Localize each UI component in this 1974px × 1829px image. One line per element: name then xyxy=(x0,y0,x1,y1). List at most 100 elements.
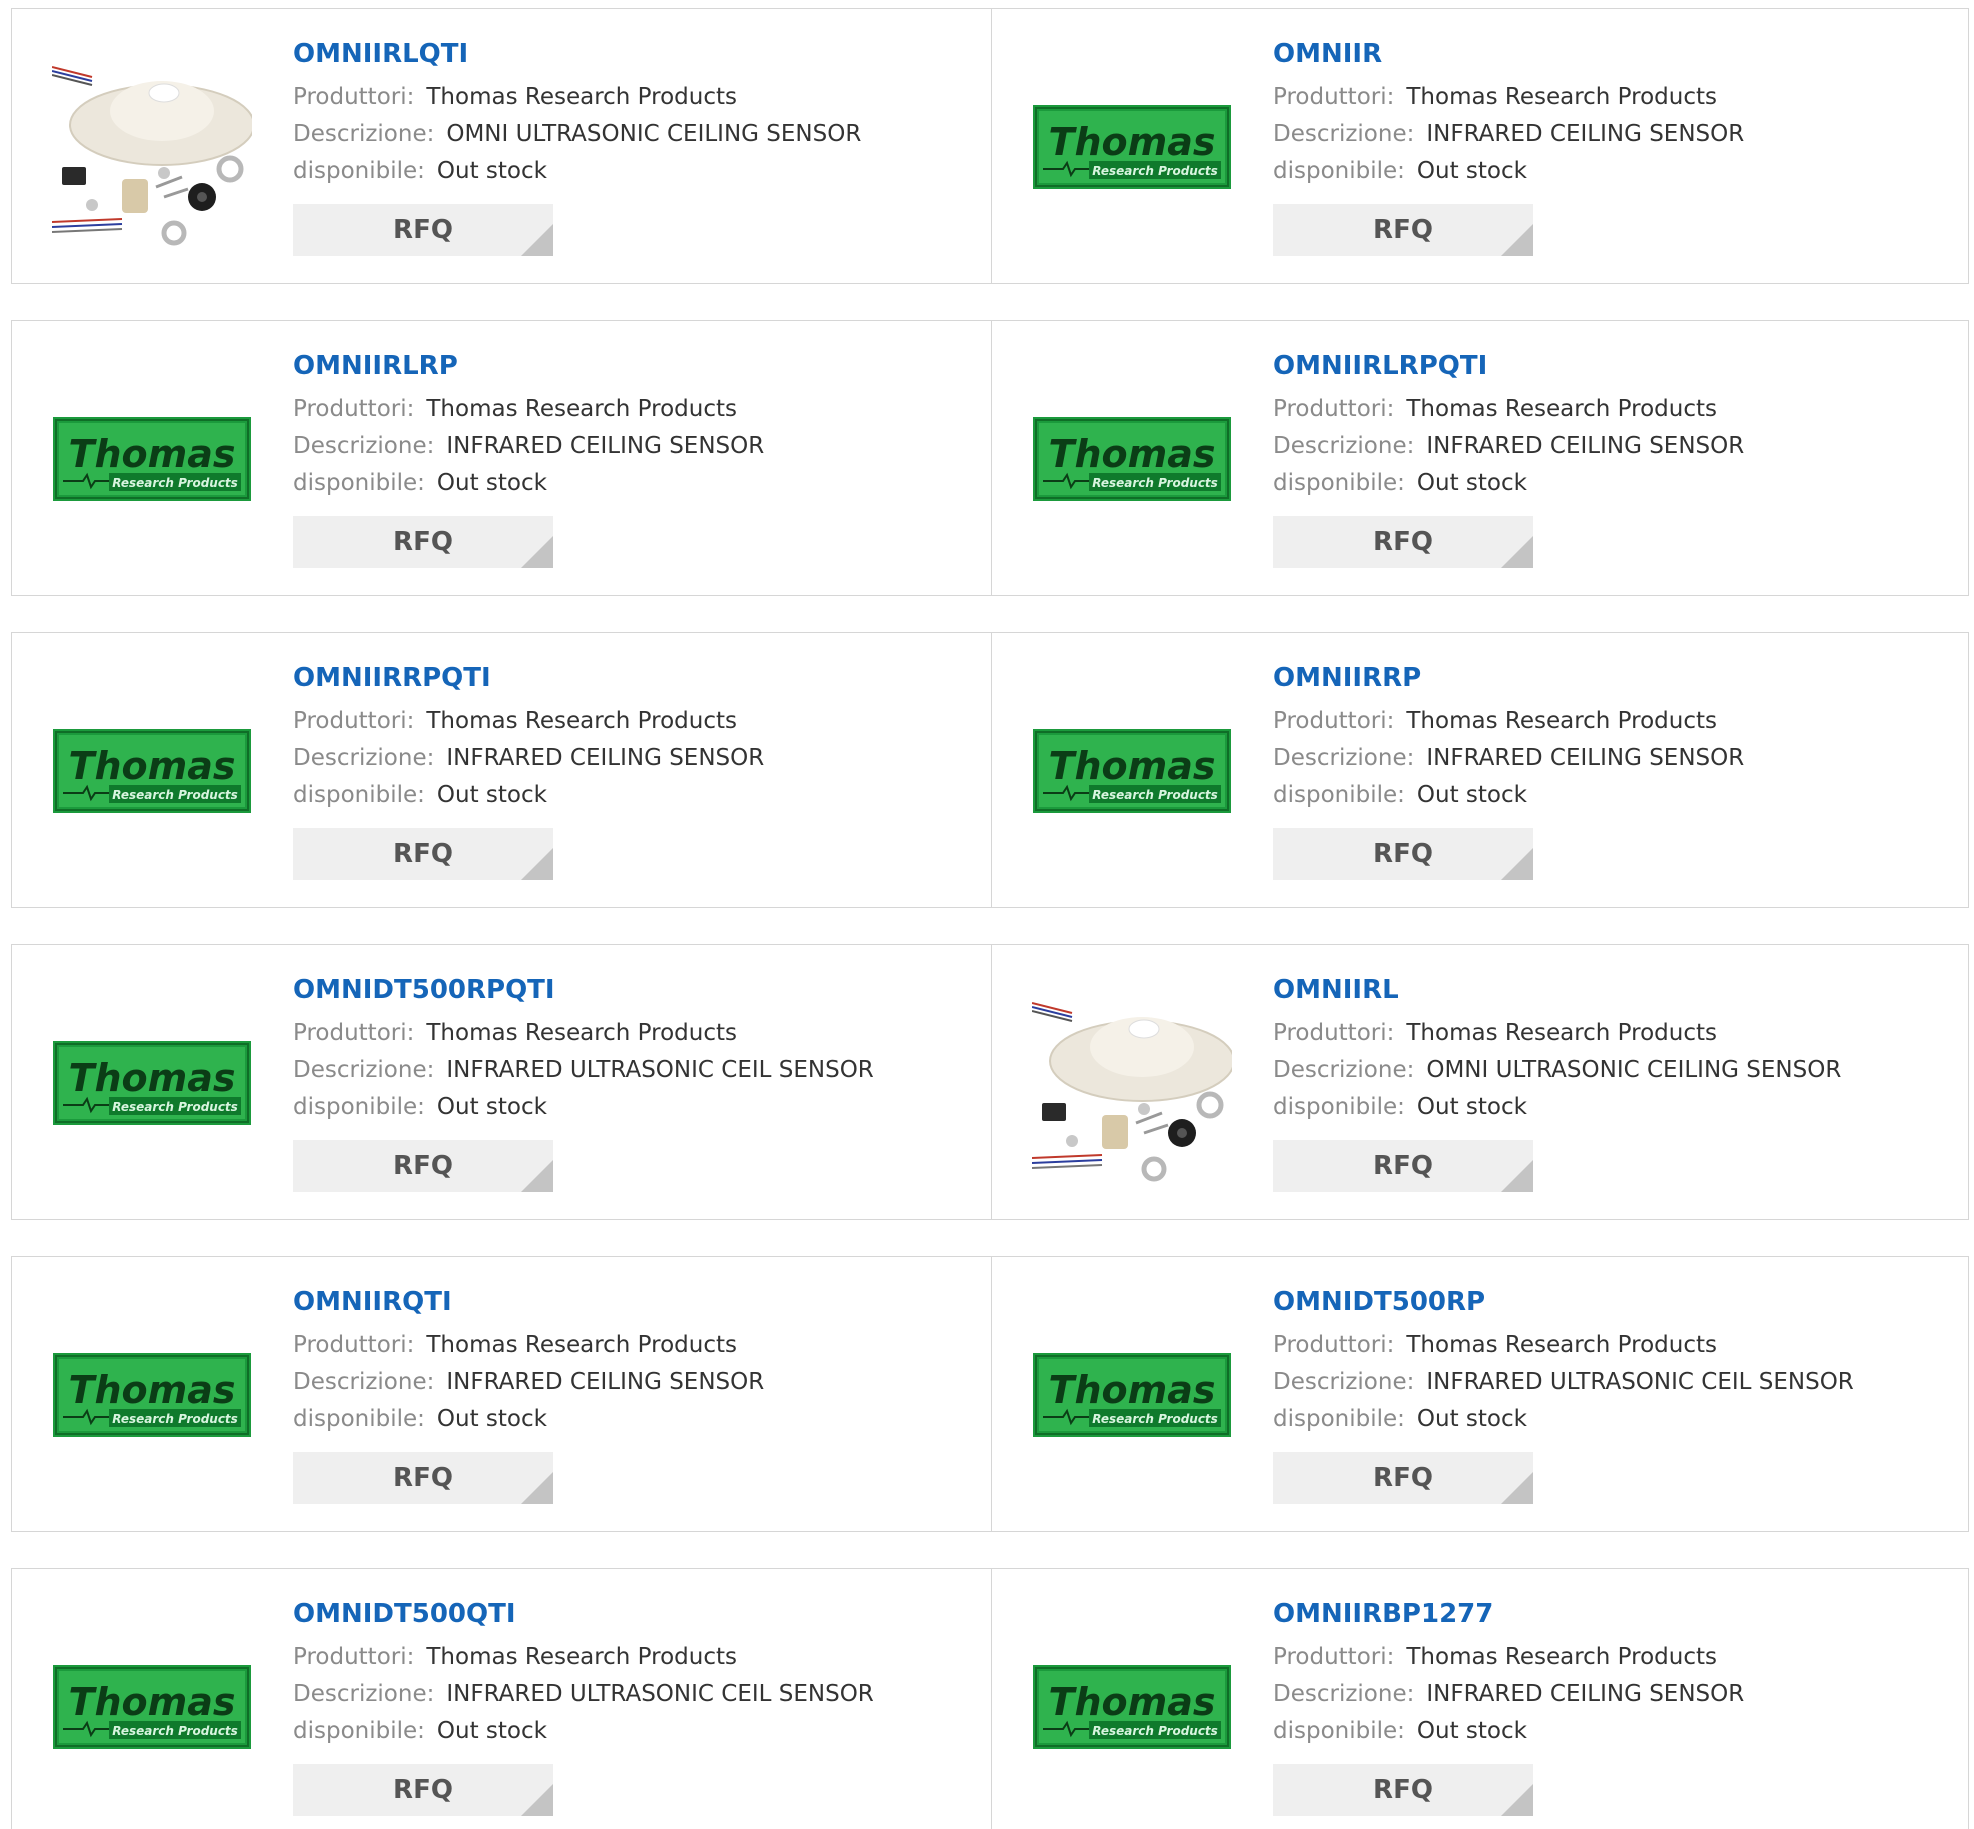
part-number-link[interactable]: OMNIIRLRPQTI xyxy=(1273,349,1933,383)
thomas-logo-image: Thomas Research Products xyxy=(1033,1665,1231,1749)
svg-text:Research Products: Research Products xyxy=(1092,788,1218,802)
availability-value: Out stock xyxy=(1416,470,1527,496)
thomas-logo-image: Thomas Research Products xyxy=(53,1041,251,1125)
product-thumbnail[interactable]: Thomas Research Products xyxy=(52,671,252,871)
description-value: INFRARED CEILING SENSOR xyxy=(1426,745,1745,771)
corner-triangle-icon xyxy=(1501,224,1533,256)
description-line: Descrizione: INFRARED CEILING SENSOR xyxy=(1273,1676,1933,1713)
product-info: OMNIIRLRP Produttori: Thomas Research Prod… xyxy=(293,349,953,568)
manufacturer-label: Produttori: xyxy=(293,1332,415,1358)
description-line: Descrizione: INFRARED CEILING SENSOR xyxy=(1273,428,1933,465)
manufacturer-line: Produttori: Thomas Research Products xyxy=(293,391,953,428)
rfq-button[interactable]: RFQ xyxy=(293,204,553,256)
manufacturer-value: Thomas Research Products xyxy=(426,84,737,110)
part-number-link[interactable]: OMNIIRLRP xyxy=(293,349,953,383)
description-value: INFRARED CEILING SENSOR xyxy=(446,433,765,459)
corner-triangle-icon xyxy=(521,1472,553,1504)
rfq-button[interactable]: RFQ xyxy=(293,1764,553,1816)
svg-text:Thomas: Thomas xyxy=(69,432,236,476)
part-number-link[interactable]: OMNIDT500RP xyxy=(1273,1285,1933,1319)
product-card: OMNIIRL Produttori: Thomas Research Produc… xyxy=(991,945,1970,1219)
description-line: Descrizione: OMNI ULTRASONIC CEILING SENS… xyxy=(293,116,953,153)
rfq-label: RFQ xyxy=(393,1463,453,1493)
availability-value: Out stock xyxy=(436,1094,547,1120)
part-number-link[interactable]: OMNIDT500QTI xyxy=(293,1597,953,1631)
product-row: Thomas Research Products OMNIDT500QTI Pro… xyxy=(11,1568,1969,1829)
product-card: Thomas Research Products OMNIIR Produttor… xyxy=(991,9,1970,283)
part-number-link[interactable]: OMNIIRL xyxy=(1273,973,1933,1007)
manufacturer-label: Produttori: xyxy=(293,1020,415,1046)
part-number-link[interactable]: OMNIIR xyxy=(1273,37,1933,71)
product-thumbnail[interactable]: Thomas Research Products xyxy=(1032,359,1232,559)
product-thumbnail[interactable] xyxy=(52,47,252,247)
rfq-button[interactable]: RFQ xyxy=(1273,1140,1533,1192)
product-thumbnail[interactable]: Thomas Research Products xyxy=(1032,1295,1232,1495)
availability-line: disponibile: Out stock xyxy=(293,1089,953,1126)
rfq-button[interactable]: RFQ xyxy=(1273,828,1533,880)
part-number-link[interactable]: OMNIIRRPQTI xyxy=(293,661,953,695)
svg-text:Thomas: Thomas xyxy=(1049,1368,1216,1412)
rfq-button[interactable]: RFQ xyxy=(1273,204,1533,256)
description-line: Descrizione: INFRARED ULTRASONIC CEIL SEN… xyxy=(293,1052,953,1089)
manufacturer-line: Produttori: Thomas Research Products xyxy=(293,1639,953,1676)
rfq-button[interactable]: RFQ xyxy=(1273,1452,1533,1504)
rfq-button[interactable]: RFQ xyxy=(293,516,553,568)
availability-value: Out stock xyxy=(1416,158,1527,184)
product-grid: OMNIIRLQTI Produttori: Thomas Research Pro… xyxy=(0,0,1974,1829)
product-info: OMNIIRBP1277 Produttori: Thomas Research P… xyxy=(1273,1597,1933,1816)
product-thumbnail[interactable]: Thomas Research Products xyxy=(52,1295,252,1495)
svg-text:Research Products: Research Products xyxy=(1092,1724,1218,1738)
svg-text:Thomas: Thomas xyxy=(1049,1680,1216,1724)
product-thumbnail[interactable]: Thomas Research Products xyxy=(1032,671,1232,871)
product-thumbnail[interactable] xyxy=(1032,983,1232,1183)
thomas-logo-image: Thomas Research Products xyxy=(1033,105,1231,189)
availability-label: disponibile: xyxy=(293,782,425,808)
rfq-button[interactable]: RFQ xyxy=(1273,1764,1533,1816)
product-card: Thomas Research Products OMNIDT500RPQTI P… xyxy=(12,945,990,1219)
rfq-button[interactable]: RFQ xyxy=(293,828,553,880)
rfq-label: RFQ xyxy=(1373,839,1433,869)
product-info: OMNIIRRP Produttori: Thomas Research Produ… xyxy=(1273,661,1933,880)
svg-text:Research Products: Research Products xyxy=(1092,164,1218,178)
description-line: Descrizione: INFRARED CEILING SENSOR xyxy=(1273,740,1933,777)
svg-text:Thomas: Thomas xyxy=(1049,432,1216,476)
description-label: Descrizione: xyxy=(1273,121,1415,147)
thomas-logo-image: Thomas Research Products xyxy=(53,729,251,813)
svg-text:Research Products: Research Products xyxy=(1092,476,1218,490)
rfq-button[interactable]: RFQ xyxy=(1273,516,1533,568)
availability-label: disponibile: xyxy=(1273,470,1405,496)
product-thumbnail[interactable]: Thomas Research Products xyxy=(52,1607,252,1807)
product-info: OMNIIR Produttori: Thomas Research Product… xyxy=(1273,37,1933,256)
rfq-label: RFQ xyxy=(393,1775,453,1805)
rfq-button[interactable]: RFQ xyxy=(293,1452,553,1504)
part-number-link[interactable]: OMNIDT500RPQTI xyxy=(293,973,953,1007)
part-number-link[interactable]: OMNIIRBP1277 xyxy=(1273,1597,1933,1631)
rfq-button[interactable]: RFQ xyxy=(293,1140,553,1192)
part-number-link[interactable]: OMNIIRLQTI xyxy=(293,37,953,71)
description-line: Descrizione: INFRARED CEILING SENSOR xyxy=(293,1364,953,1401)
availability-value: Out stock xyxy=(1416,1718,1527,1744)
availability-line: disponibile: Out stock xyxy=(1273,153,1933,190)
product-info: OMNIIRQTI Produttori: Thomas Research Prod… xyxy=(293,1285,953,1504)
thomas-logo-image: Thomas Research Products xyxy=(1033,729,1231,813)
availability-value: Out stock xyxy=(436,470,547,496)
svg-text:Research Products: Research Products xyxy=(112,476,238,490)
product-thumbnail[interactable]: Thomas Research Products xyxy=(52,983,252,1183)
manufacturer-label: Produttori: xyxy=(293,84,415,110)
product-thumbnail[interactable]: Thomas Research Products xyxy=(1032,1607,1232,1807)
description-label: Descrizione: xyxy=(293,745,435,771)
svg-text:Thomas: Thomas xyxy=(1049,744,1216,788)
manufacturer-value: Thomas Research Products xyxy=(426,1644,737,1670)
product-thumbnail[interactable]: Thomas Research Products xyxy=(1032,47,1232,247)
product-info: OMNIDT500RP Produttori: Thomas Research Pr… xyxy=(1273,1285,1933,1504)
description-label: Descrizione: xyxy=(1273,1369,1415,1395)
part-number-link[interactable]: OMNIIRQTI xyxy=(293,1285,953,1319)
availability-value: Out stock xyxy=(436,158,547,184)
description-line: Descrizione: INFRARED CEILING SENSOR xyxy=(293,428,953,465)
availability-line: disponibile: Out stock xyxy=(293,153,953,190)
availability-value: Out stock xyxy=(1416,1406,1527,1432)
product-card: Thomas Research Products OMNIIRRP Produtt… xyxy=(991,633,1970,907)
manufacturer-label: Produttori: xyxy=(293,708,415,734)
part-number-link[interactable]: OMNIIRRP xyxy=(1273,661,1933,695)
product-thumbnail[interactable]: Thomas Research Products xyxy=(52,359,252,559)
